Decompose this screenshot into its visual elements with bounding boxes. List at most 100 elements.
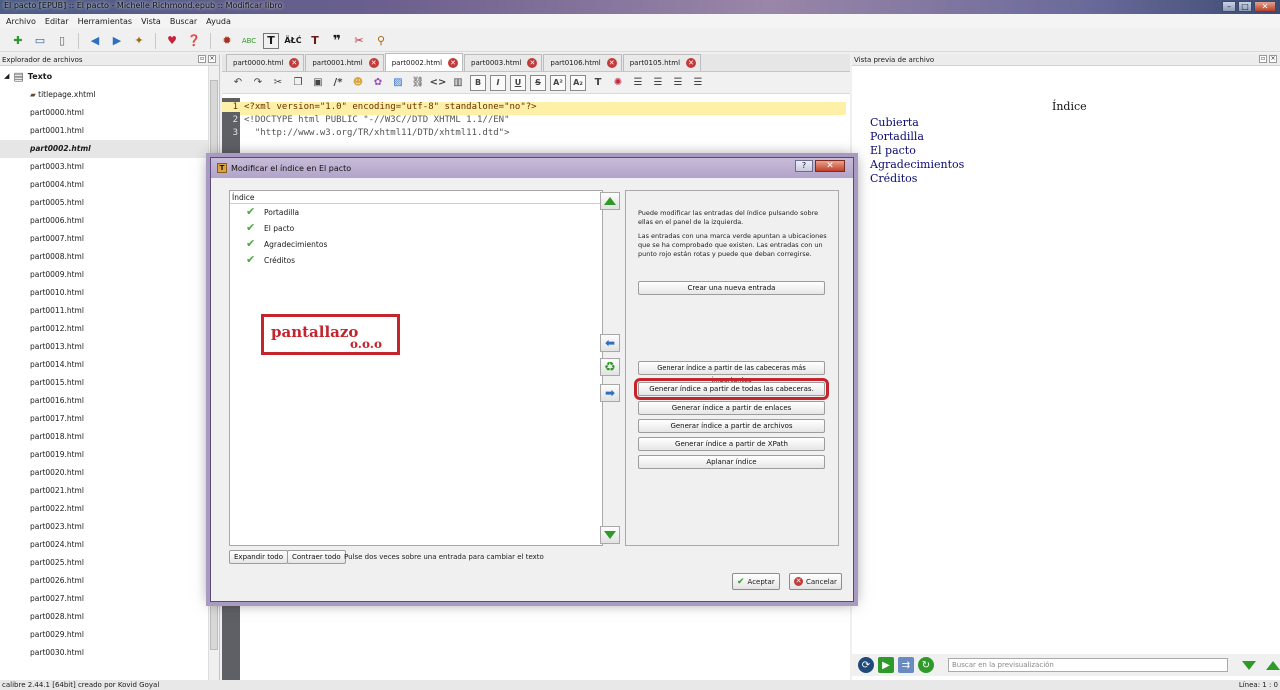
superscript-icon[interactable]: A² <box>550 74 566 91</box>
accept-button[interactable]: ✔ Aceptar <box>732 573 780 590</box>
file-item[interactable]: part0000.html <box>0 104 219 122</box>
toc-entry[interactable]: ✔ Créditos <box>230 252 602 268</box>
file-item[interactable]: part0007.html <box>0 230 219 248</box>
file-item[interactable]: part0029.html <box>0 626 219 644</box>
preview-link[interactable]: Créditos <box>870 172 917 185</box>
heart-icon[interactable]: ♥ <box>164 33 180 49</box>
case-icon[interactable]: ÄŁĆ <box>284 33 301 49</box>
align-left-icon[interactable]: ☰ <box>630 75 646 91</box>
file-item[interactable]: part0014.html <box>0 356 219 374</box>
toc-entry[interactable]: ✔ Agradecimientos <box>230 236 602 252</box>
file-item[interactable]: part0005.html <box>0 194 219 212</box>
create-new-entry-button[interactable]: Crear una nueva entrada <box>638 281 825 295</box>
collapse-arrow-icon[interactable]: ◢ <box>4 72 9 80</box>
tab-part0002[interactable]: part0002.html ✕ <box>384 53 464 71</box>
expand-all-button[interactable]: Expandir todo <box>229 550 288 564</box>
toc-entry[interactable]: ✔ El pacto <box>230 220 602 236</box>
file-item[interactable]: part0028.html <box>0 608 219 626</box>
align-right-icon[interactable]: ☰ <box>670 75 686 91</box>
color-icon[interactable]: ✺ <box>610 75 626 91</box>
file-item[interactable]: part0023.html <box>0 518 219 536</box>
flatten-toc-button[interactable]: Aplanar índice <box>638 455 825 469</box>
cancel-button[interactable]: ✕ Cancelar <box>789 573 842 590</box>
menu-buscar[interactable]: Buscar <box>170 17 197 26</box>
menu-herramientas[interactable]: Herramientas <box>78 17 133 26</box>
move-up-button[interactable] <box>600 192 620 210</box>
bold-icon[interactable]: B <box>470 74 486 91</box>
file-item[interactable]: part0025.html <box>0 554 219 572</box>
tab-part0003[interactable]: part0003.html ✕ <box>464 54 543 71</box>
magic-wand-icon[interactable]: ✦ <box>131 33 147 49</box>
generate-from-links-button[interactable]: Generar índice a partir de enlaces <box>638 401 825 415</box>
file-item[interactable]: part0030.html <box>0 644 219 662</box>
file-item[interactable]: part0009.html <box>0 266 219 284</box>
float-icon[interactable]: ▫ <box>1259 55 1267 63</box>
tab-part0000[interactable]: part0000.html ✕ <box>226 54 305 71</box>
file-item[interactable]: part0018.html <box>0 428 219 446</box>
file-item[interactable]: part0024.html <box>0 536 219 554</box>
minimize-button[interactable]: – <box>1222 1 1236 12</box>
close-tab-icon[interactable]: ✕ <box>368 58 379 68</box>
file-item[interactable]: part0021.html <box>0 482 219 500</box>
generate-important-headings-button[interactable]: Generar índice a partir de las cabeceras… <box>638 361 825 384</box>
close-tab-icon[interactable]: ✕ <box>527 58 538 68</box>
strikethrough-icon[interactable]: S <box>530 74 546 91</box>
preview-link[interactable]: Portadilla <box>870 130 924 143</box>
file-item[interactable]: part0022.html <box>0 500 219 518</box>
preview-link[interactable]: Cubierta <box>870 116 919 129</box>
close-panel-icon[interactable]: × <box>208 55 216 63</box>
smiley-icon[interactable]: ☻ <box>350 75 366 91</box>
checkpoint-icon[interactable]: ▯ <box>54 33 70 49</box>
file-item[interactable]: part0003.html <box>0 158 219 176</box>
generate-from-xpath-button[interactable]: Generar índice a partir de XPath <box>638 437 825 451</box>
cut-icon[interactable]: ✂ <box>270 75 286 91</box>
collapse-all-button[interactable]: Contraer todo <box>287 550 346 564</box>
file-item[interactable]: part0026.html <box>0 572 219 590</box>
image-icon[interactable]: ▨ <box>390 75 406 91</box>
redo-icon[interactable]: ↷ <box>250 75 266 91</box>
tree-root-texto[interactable]: ◢ ▤ Texto <box>0 66 219 86</box>
search-next-icon[interactable] <box>1242 660 1256 670</box>
menu-archivo[interactable]: Archivo <box>6 17 36 26</box>
toc-entry[interactable]: ✔ Portadilla <box>230 204 602 220</box>
move-down-button[interactable] <box>600 526 620 544</box>
file-item[interactable]: part0016.html <box>0 392 219 410</box>
menu-editar[interactable]: Editar <box>45 17 69 26</box>
menu-ayuda[interactable]: Ayuda <box>206 17 231 26</box>
tab-part0105[interactable]: part0105.html ✕ <box>622 54 702 71</box>
reload-icon[interactable]: ↻ <box>918 657 934 673</box>
copy-icon[interactable]: ❐ <box>290 75 306 91</box>
file-item[interactable]: part0004.html <box>0 176 219 194</box>
forward-icon[interactable]: ▶ <box>109 33 125 49</box>
fonts-icon[interactable]: T <box>307 33 323 49</box>
play-icon[interactable]: ▶ <box>878 657 894 673</box>
flower-icon[interactable]: ✿ <box>370 75 386 91</box>
file-item[interactable]: part0020.html <box>0 464 219 482</box>
indent-left-button[interactable]: ⬅ <box>600 334 620 352</box>
float-icon[interactable]: ▫ <box>198 55 206 63</box>
text-icon[interactable]: T <box>263 32 279 49</box>
dialog-help-button[interactable]: ? <box>795 160 813 172</box>
menu-vista[interactable]: Vista <box>141 17 161 26</box>
maximize-button[interactable]: □ <box>1238 1 1252 12</box>
generate-from-files-button[interactable]: Generar índice a partir de archivos <box>638 419 825 433</box>
paste-icon[interactable]: ▣ <box>310 75 326 91</box>
justify-icon[interactable]: ☰ <box>690 75 706 91</box>
comment-icon[interactable]: /* <box>330 75 346 91</box>
file-item[interactable]: part0015.html <box>0 374 219 392</box>
file-item[interactable]: part0010.html <box>0 284 219 302</box>
file-item[interactable]: part0001.html <box>0 122 219 140</box>
spellcheck-icon[interactable]: ABC <box>241 33 257 49</box>
quotes-icon[interactable]: ❞ <box>329 33 345 49</box>
generate-all-headings-button[interactable]: Generar índice a partir de todas las cab… <box>634 378 829 400</box>
columns-icon[interactable]: ▥ <box>450 75 466 91</box>
preview-link[interactable]: Agradecimientos <box>870 158 964 171</box>
new-file-icon[interactable]: ✚ <box>10 33 26 49</box>
underline-icon[interactable]: U <box>510 74 526 91</box>
save-icon[interactable]: ▭ <box>32 33 48 49</box>
close-tab-icon[interactable]: ✕ <box>448 57 459 68</box>
delete-entry-button[interactable]: ♻ <box>600 358 620 376</box>
close-panel-icon[interactable]: × <box>1269 55 1277 63</box>
subscript-icon[interactable]: A₂ <box>570 74 586 91</box>
tag-icon[interactable]: <> <box>430 75 447 91</box>
